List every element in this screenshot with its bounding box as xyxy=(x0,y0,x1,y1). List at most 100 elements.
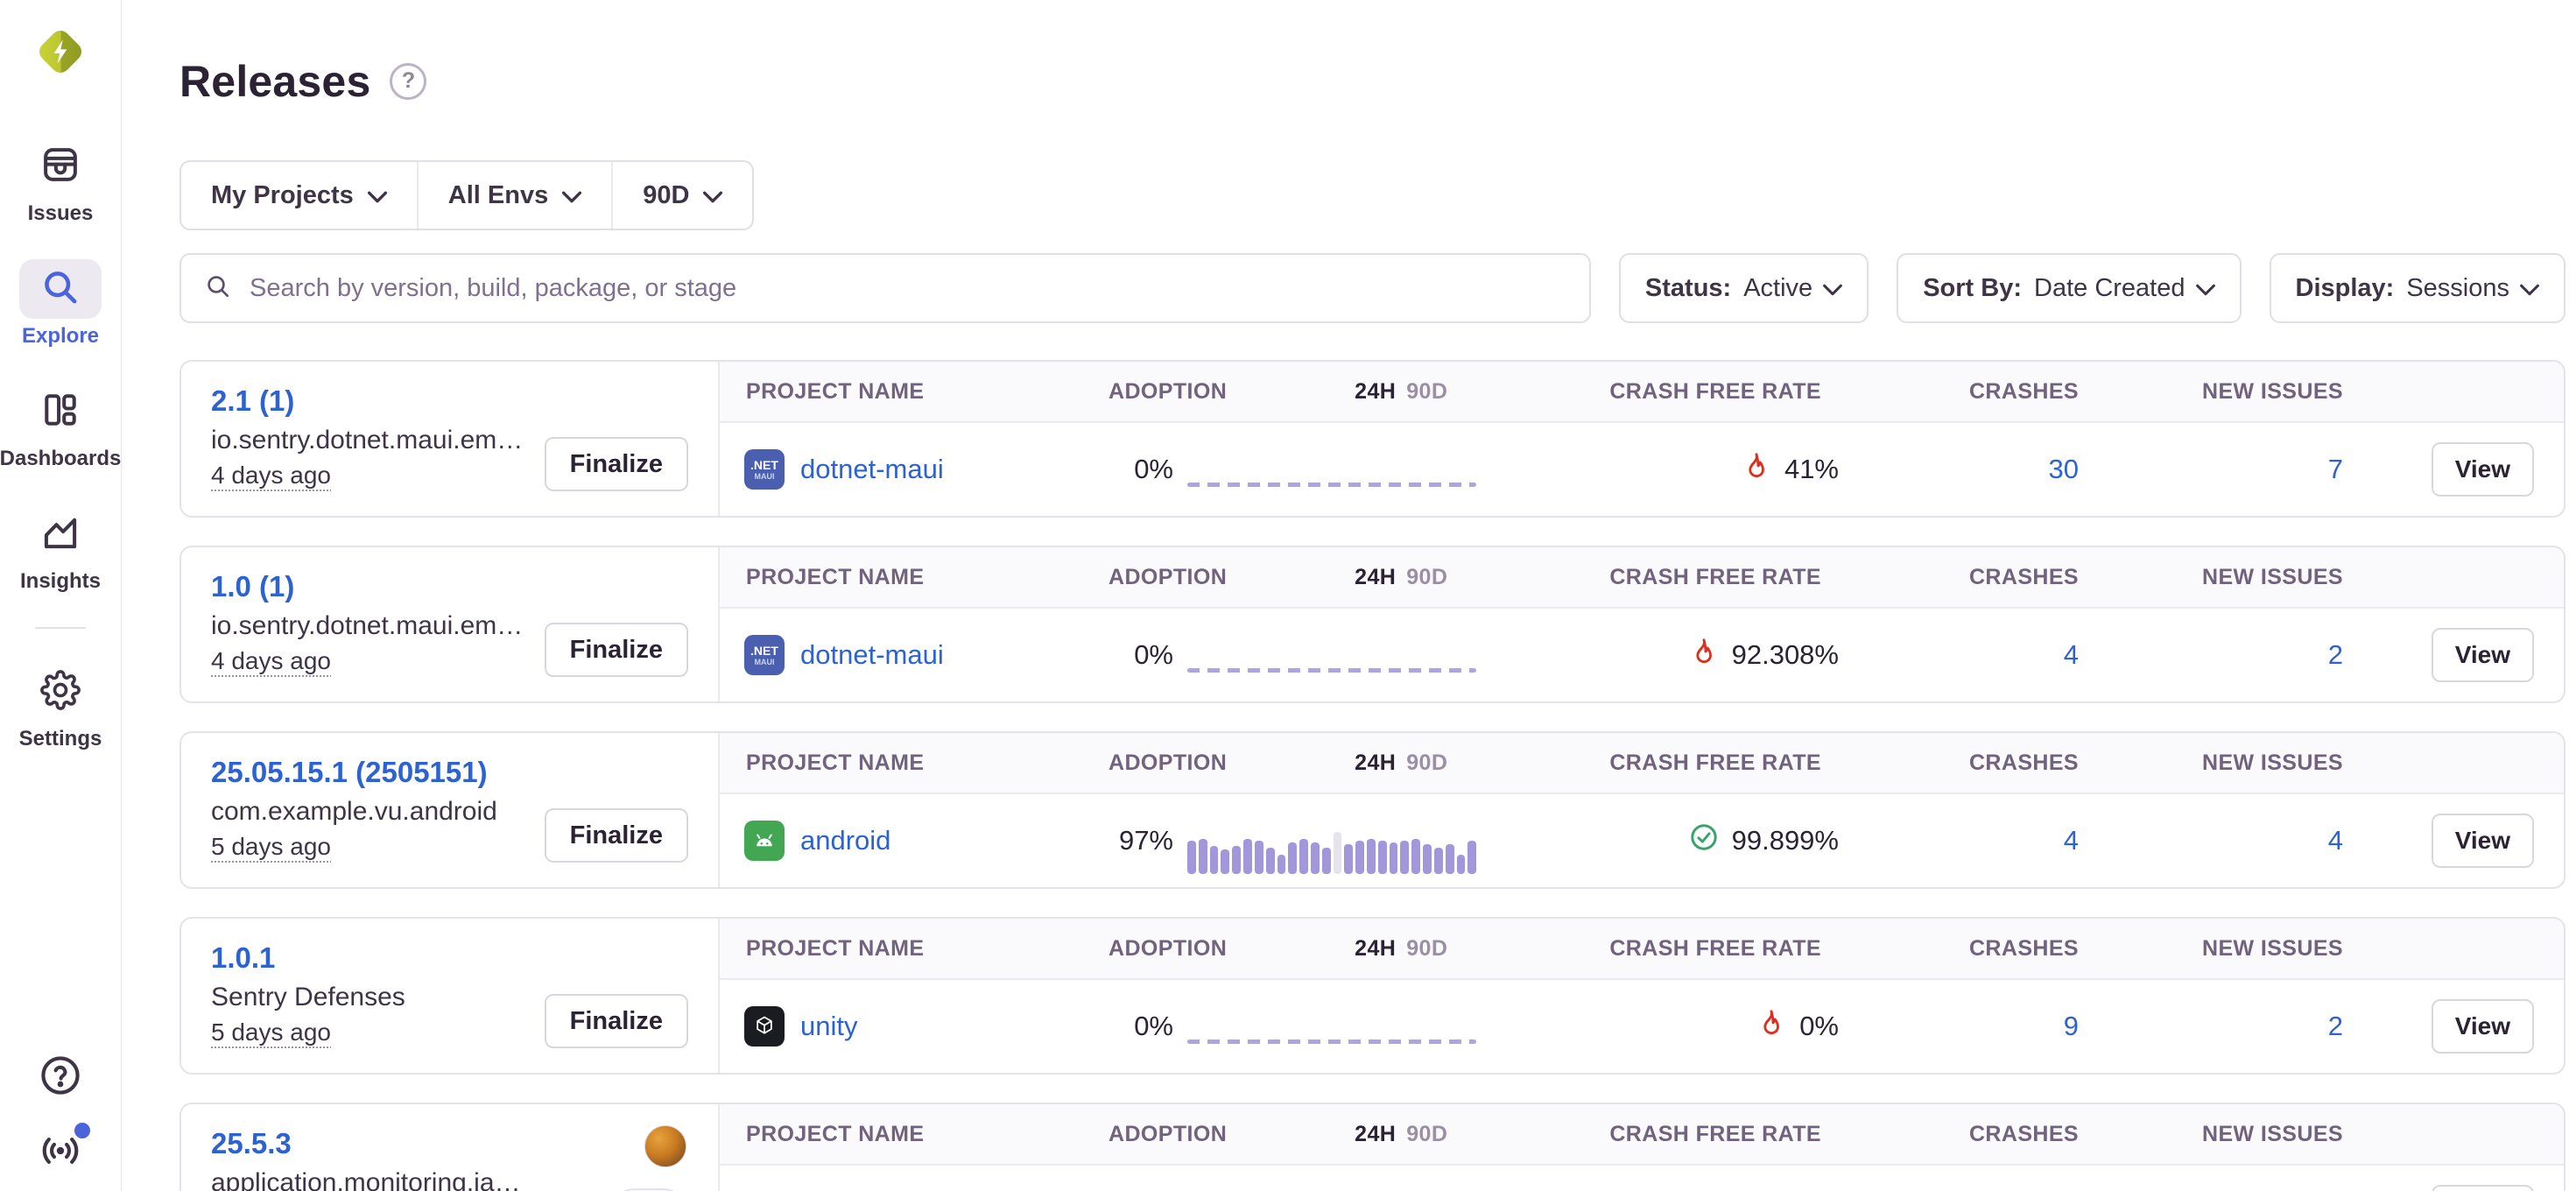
sidebar-divider xyxy=(35,627,86,629)
search-input[interactable] xyxy=(248,273,1566,304)
crashes-link[interactable]: 30 xyxy=(2049,454,2079,484)
new-issues-link[interactable]: 2 xyxy=(2328,1011,2343,1041)
finalize-button[interactable]: Finalize xyxy=(545,808,688,863)
search-box xyxy=(179,253,1591,323)
release-author-avatar[interactable] xyxy=(644,1125,686,1167)
search-icon xyxy=(40,267,81,312)
page-help-icon[interactable]: ? xyxy=(390,63,426,100)
release-table-header: PROJECT NAME ADOPTION 24H90D CRASH FREE … xyxy=(720,1104,2564,1166)
status-dropdown-value: Active xyxy=(1743,274,1812,303)
net-icon-text: .NET xyxy=(750,645,778,658)
release-version-link[interactable]: 1.0.1 xyxy=(211,941,275,975)
projects-filter-label: My Projects xyxy=(211,181,354,210)
crashes-link[interactable]: 4 xyxy=(2064,639,2079,670)
date-range-filter[interactable]: 90D xyxy=(611,162,752,229)
flame-icon xyxy=(1688,636,1720,674)
column-adoption: ADOPTION xyxy=(1109,1122,1227,1147)
release-created: 4 days ago xyxy=(211,647,331,675)
period-24h-toggle[interactable]: 24H xyxy=(1355,565,1396,590)
chevron-down-icon xyxy=(2196,274,2215,303)
project-link[interactable]: unity xyxy=(800,1011,857,1042)
environments-filter[interactable]: All Envs xyxy=(417,162,611,229)
chevron-down-icon xyxy=(2520,274,2539,303)
adoption-chart-empty xyxy=(1187,668,1476,673)
crashes-link[interactable]: 4 xyxy=(2064,825,2079,856)
release-package: com.example.vu.android xyxy=(211,797,588,827)
help-button[interactable] xyxy=(38,1054,83,1100)
unity-platform-icon xyxy=(744,1006,785,1047)
sidebar-item-explore[interactable]: Explore xyxy=(19,259,102,349)
column-crash-free-rate: CRASH FREE RATE xyxy=(1499,751,1846,776)
sidebar-item-settings[interactable]: Settings xyxy=(19,662,102,751)
sort-by-dropdown[interactable]: Sort By: Date Created xyxy=(1897,253,2241,323)
column-new-issues: NEW ISSUES xyxy=(2091,379,2354,405)
finalize-button[interactable]: Finalize xyxy=(545,623,688,677)
projects-filter[interactable]: My Projects xyxy=(181,162,417,229)
view-button[interactable]: View xyxy=(2432,999,2534,1054)
sidebar-item-insights[interactable]: Insights xyxy=(19,504,102,594)
column-crashes: CRASHES xyxy=(1846,1122,2091,1147)
adoption-value: 0% xyxy=(1096,1011,1173,1042)
release-created: 5 days ago xyxy=(211,833,331,861)
sentry-logo-icon[interactable] xyxy=(32,23,89,81)
sidebar-footer xyxy=(38,1054,83,1175)
chevron-down-icon xyxy=(703,181,722,210)
project-link[interactable]: dotnet-maui xyxy=(800,639,944,671)
period-90d-toggle[interactable]: 90D xyxy=(1406,936,1447,962)
period-90d-toggle[interactable]: 90D xyxy=(1406,1122,1447,1147)
column-project-name: PROJECT NAME xyxy=(720,936,1096,962)
project-link[interactable]: dotnet-maui xyxy=(800,454,944,485)
column-adoption: ADOPTION xyxy=(1109,565,1227,590)
release-package: application.monitoring.ja… xyxy=(211,1168,588,1191)
whats-new-button[interactable] xyxy=(38,1130,83,1175)
period-24h-toggle[interactable]: 24H xyxy=(1355,1122,1396,1147)
help-icon xyxy=(39,1054,82,1102)
column-new-issues: NEW ISSUES xyxy=(2091,565,2354,590)
new-issues-link[interactable]: 4 xyxy=(2328,825,2343,856)
android-platform-icon xyxy=(744,821,785,861)
view-button[interactable]: View xyxy=(2432,442,2534,497)
period-24h-toggle[interactable]: 24H xyxy=(1355,751,1396,776)
settings-icon xyxy=(40,670,81,715)
period-24h-toggle[interactable]: 24H xyxy=(1355,379,1396,405)
new-issues-link[interactable]: 7 xyxy=(2328,454,2343,484)
sidebar-item-issues[interactable]: Issues xyxy=(19,137,102,226)
release-version-link[interactable]: 1.0 (1) xyxy=(211,570,294,603)
release-version-link[interactable]: 25.5.3 xyxy=(211,1127,292,1160)
column-crashes: CRASHES xyxy=(1846,565,2091,590)
notification-dot xyxy=(74,1123,90,1138)
dotnet-maui-platform-icon: .NET MAUI xyxy=(744,449,785,490)
sidebar-item-dashboards[interactable]: Dashboards xyxy=(0,382,121,471)
chevron-down-icon xyxy=(1823,274,1842,303)
environments-filter-label: All Envs xyxy=(448,181,548,210)
finalize-button[interactable]: Finalize xyxy=(545,994,688,1048)
period-90d-toggle[interactable]: 90D xyxy=(1406,565,1447,590)
flame-icon xyxy=(1756,1007,1787,1046)
view-button[interactable]: View xyxy=(2432,628,2534,682)
release-project-row: .NET MAUI dotnet-maui 0% xyxy=(720,609,2564,701)
release-project-row: react 100% 93.679% 20k 34 xyxy=(720,1166,2564,1191)
period-90d-toggle[interactable]: 90D xyxy=(1406,379,1447,405)
crashes-link[interactable]: 9 xyxy=(2064,1011,2079,1041)
project-link[interactable]: android xyxy=(800,825,890,856)
crash-free-value: 92.308% xyxy=(1732,639,1839,671)
display-dropdown-label: Display: xyxy=(2296,274,2395,303)
sort-by-dropdown-value: Date Created xyxy=(2034,274,2185,303)
view-button[interactable]: View xyxy=(2432,814,2534,868)
new-issues-link[interactable]: 2 xyxy=(2328,639,2343,670)
period-90d-toggle[interactable]: 90D xyxy=(1406,751,1447,776)
release-version-link[interactable]: 2.1 (1) xyxy=(211,384,294,418)
release-table-header: PROJECT NAME ADOPTION 24H90D CRASH FREE … xyxy=(720,733,2564,794)
issues-icon xyxy=(40,144,81,189)
period-24h-toggle[interactable]: 24H xyxy=(1355,936,1396,962)
release-created: 5 days ago xyxy=(211,1018,331,1047)
status-dropdown[interactable]: Status: Active xyxy=(1619,253,1869,323)
dotnet-maui-platform-icon: .NET MAUI xyxy=(744,635,785,675)
view-button[interactable]: View xyxy=(2432,1185,2534,1191)
display-dropdown[interactable]: Display: Sessions xyxy=(2270,253,2566,323)
finalize-button[interactable]: Finalize xyxy=(545,437,688,491)
column-crash-free-rate: CRASH FREE RATE xyxy=(1499,379,1846,405)
release-version-link[interactable]: 25.05.15.1 (2505151) xyxy=(211,756,488,789)
column-new-issues: NEW ISSUES xyxy=(2091,751,2354,776)
status-dropdown-label: Status: xyxy=(1645,274,1731,303)
